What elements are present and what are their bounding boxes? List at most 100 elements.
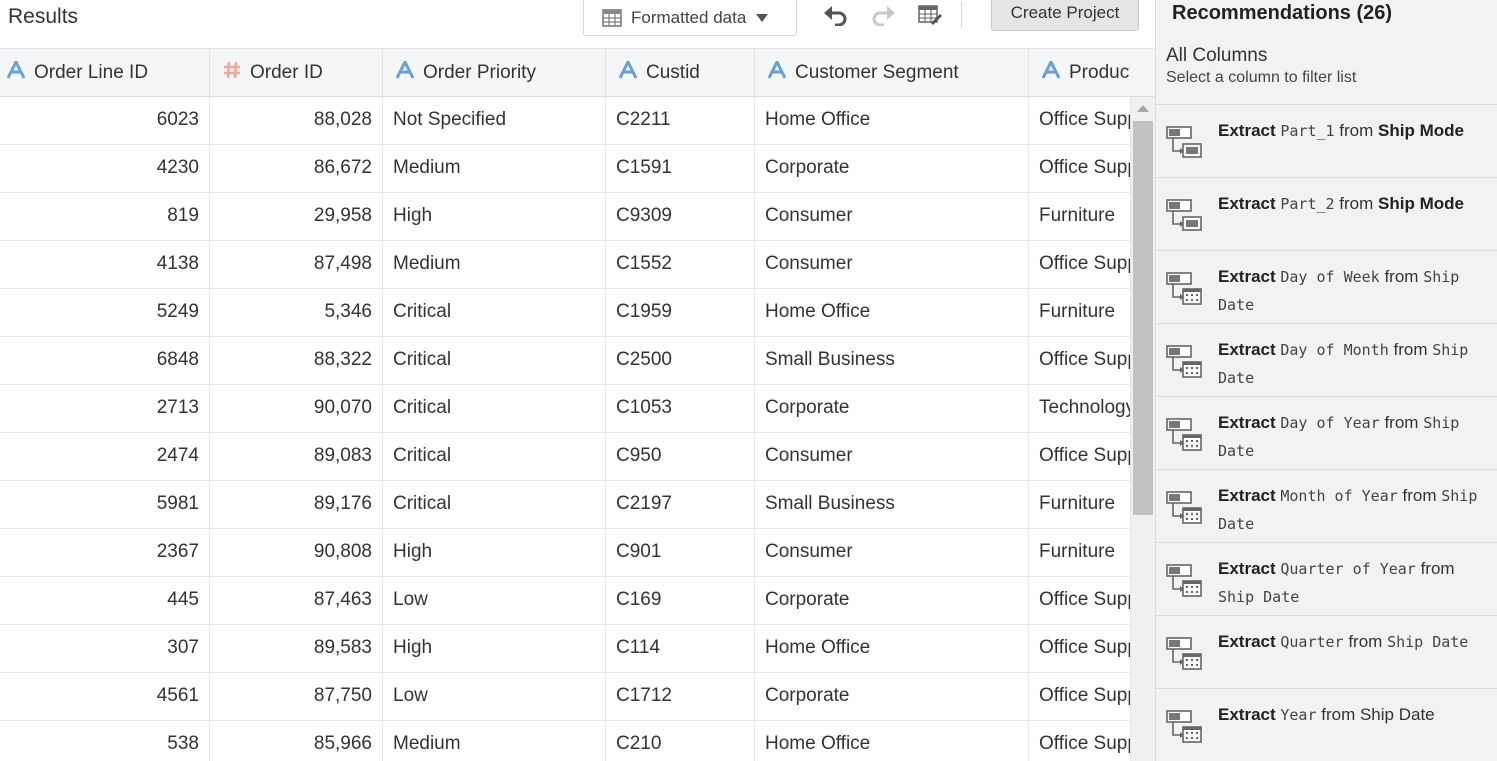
table-row[interactable]: 2474 89,083 Critical C950 Consumer Office Sup…	[0, 433, 1130, 481]
recommendation-item[interactable]: Extract Quarter of Year from Ship Date	[1156, 542, 1497, 615]
cell-order-id[interactable]: 88,322	[210, 337, 383, 385]
cell-order-priority[interactable]: Critical	[383, 337, 606, 385]
cell-product[interactable]: Office Supplies	[1029, 433, 1130, 481]
cell-product[interactable]: Office Supplies	[1029, 721, 1130, 761]
recommendation-item[interactable]: Extract Part_1 from Ship Mode	[1156, 104, 1497, 177]
cell-custid[interactable]: C2211	[606, 97, 755, 145]
cell-customer-segment[interactable]: Small Business	[755, 337, 1029, 385]
cell-order-id[interactable]: 90,808	[210, 529, 383, 577]
cell-custid[interactable]: C2500	[606, 337, 755, 385]
column-header-custid[interactable]: Custid	[606, 49, 755, 97]
cell-order-id[interactable]: 5,346	[210, 289, 383, 337]
table-row[interactable]: 5981 89,176 Critical C2197 Small Business Fur…	[0, 481, 1130, 529]
cell-product[interactable]: Office Supplies	[1029, 625, 1130, 673]
cell-order-line-id[interactable]: 538	[0, 721, 210, 761]
cell-order-priority[interactable]: Critical	[383, 481, 606, 529]
table-row[interactable]: 538 85,966 Medium C210 Home Office Office Sup…	[0, 721, 1130, 761]
cell-custid[interactable]: C169	[606, 577, 755, 625]
recommendation-item[interactable]: Extract Quarter from Ship Date	[1156, 615, 1497, 688]
cell-product[interactable]: Furniture	[1029, 193, 1130, 241]
cell-order-line-id[interactable]: 5249	[0, 289, 210, 337]
cell-order-line-id[interactable]: 4561	[0, 673, 210, 721]
cell-order-line-id[interactable]: 4138	[0, 241, 210, 289]
cell-product[interactable]: Technology	[1029, 385, 1130, 433]
cell-custid[interactable]: C114	[606, 625, 755, 673]
cell-order-id[interactable]: 29,958	[210, 193, 383, 241]
cell-order-priority[interactable]: Critical	[383, 433, 606, 481]
cell-order-line-id[interactable]: 819	[0, 193, 210, 241]
table-row[interactable]: 456187,750LowC1712CorporateOffice Suppli…	[0, 673, 1130, 721]
cell-customer-segment[interactable]: Consumer	[755, 529, 1029, 577]
cell-customer-segment[interactable]: Corporate	[755, 385, 1029, 433]
table-row[interactable]: 2713 90,070 Critical C1053 Corporate Technolo…	[0, 385, 1130, 433]
column-header-customer-segment[interactable]: Customer Segment	[755, 49, 1029, 97]
cell-order-id[interactable]: 89,083	[210, 433, 383, 481]
cell-custid[interactable]: C9309	[606, 193, 755, 241]
cell-order-priority[interactable]: Critical	[383, 289, 606, 337]
cell-order-priority[interactable]: Medium	[383, 241, 606, 289]
cell-product[interactable]: Furniture	[1029, 481, 1130, 529]
table-row[interactable]: 44587,463LowC169CorporateOffice Supplies	[0, 577, 1130, 625]
cell-order-id[interactable]: 89,583	[210, 625, 383, 673]
table-row[interactable]: 5249 5,346 Critical C1959 Home Office Furnitu…	[0, 289, 1130, 337]
cell-custid[interactable]: C1959	[606, 289, 755, 337]
cell-custid[interactable]: C1712	[606, 673, 755, 721]
vertical-scrollbar[interactable]	[1130, 97, 1155, 761]
formatted-data-dropdown[interactable]: Formatted data	[583, 0, 797, 36]
recommendation-item[interactable]: Extract Day of Month from Ship Date	[1156, 323, 1497, 396]
cell-product[interactable]: Furniture	[1029, 289, 1130, 337]
cell-customer-segment[interactable]: Corporate	[755, 145, 1029, 193]
cell-order-line-id[interactable]: 307	[0, 625, 210, 673]
cell-product[interactable]: Office Supplies	[1029, 97, 1130, 145]
cell-order-priority[interactable]: High	[383, 625, 606, 673]
recommendation-item[interactable]: Extract Month of Year from Ship Date	[1156, 469, 1497, 542]
cell-customer-segment[interactable]: Consumer	[755, 241, 1029, 289]
column-header-order-id[interactable]: Order ID	[210, 49, 383, 97]
cell-custid[interactable]: C1552	[606, 241, 755, 289]
scrollbar-thumb[interactable]	[1133, 121, 1153, 515]
table-row[interactable]: 6023 88,028 Not Specified C2211 Home Office O…	[0, 97, 1130, 145]
cell-order-id[interactable]: 86,672	[210, 145, 383, 193]
cell-order-id[interactable]: 87,750	[210, 673, 383, 721]
cell-customer-segment[interactable]: Home Office	[755, 721, 1029, 761]
table-row[interactable]: 819 29,958 High C9309 Consumer Furniture	[0, 193, 1130, 241]
cell-custid[interactable]: C1591	[606, 145, 755, 193]
cell-order-line-id[interactable]: 6848	[0, 337, 210, 385]
cell-custid[interactable]: C1053	[606, 385, 755, 433]
cell-customer-segment[interactable]: Corporate	[755, 673, 1029, 721]
cell-order-priority[interactable]: High	[383, 529, 606, 577]
table-edit-icon[interactable]	[917, 2, 943, 28]
cell-custid[interactable]: C2197	[606, 481, 755, 529]
cell-order-priority[interactable]: Low	[383, 673, 606, 721]
table-row[interactable]: 413887,498MediumC1552ConsumerOffice Supp…	[0, 241, 1130, 289]
cell-order-id[interactable]: 87,498	[210, 241, 383, 289]
cell-product[interactable]: Office Supplies	[1029, 673, 1130, 721]
table-row[interactable]: 2367 90,808 High C901 Consumer Furniture	[0, 529, 1130, 577]
recommendation-item[interactable]: Extract Day of Year from Ship Date	[1156, 396, 1497, 469]
cell-order-id[interactable]: 90,070	[210, 385, 383, 433]
column-header-order-priority[interactable]: Order Priority	[383, 49, 606, 97]
cell-product[interactable]: Office Supplies	[1029, 145, 1130, 193]
cell-order-priority[interactable]: Medium	[383, 721, 606, 761]
cell-order-priority[interactable]: Low	[383, 577, 606, 625]
scroll-up-arrow-icon[interactable]	[1137, 105, 1149, 112]
cell-order-priority[interactable]: Critical	[383, 385, 606, 433]
create-project-button[interactable]: Create Project	[991, 0, 1139, 31]
cell-customer-segment[interactable]: Home Office	[755, 625, 1029, 673]
cell-customer-segment[interactable]: Home Office	[755, 97, 1029, 145]
cell-product[interactable]: Furniture	[1029, 529, 1130, 577]
cell-order-priority[interactable]: Medium	[383, 145, 606, 193]
cell-customer-segment[interactable]: Corporate	[755, 577, 1029, 625]
cell-order-id[interactable]: 85,966	[210, 721, 383, 761]
cell-order-id[interactable]: 87,463	[210, 577, 383, 625]
undo-icon[interactable]	[823, 2, 849, 28]
table-row[interactable]: 6848 88,322 Critical C2500 Small Business Off…	[0, 337, 1130, 385]
cell-order-line-id[interactable]: 2367	[0, 529, 210, 577]
cell-order-line-id[interactable]: 2713	[0, 385, 210, 433]
cell-order-line-id[interactable]: 5981	[0, 481, 210, 529]
cell-customer-segment[interactable]: Home Office	[755, 289, 1029, 337]
table-row[interactable]: 4230 86,672 Medium C1591 Corporate Office Sup…	[0, 145, 1130, 193]
cell-product[interactable]: Office Supplies	[1029, 337, 1130, 385]
cell-custid[interactable]: C901	[606, 529, 755, 577]
cell-order-id[interactable]: 89,176	[210, 481, 383, 529]
